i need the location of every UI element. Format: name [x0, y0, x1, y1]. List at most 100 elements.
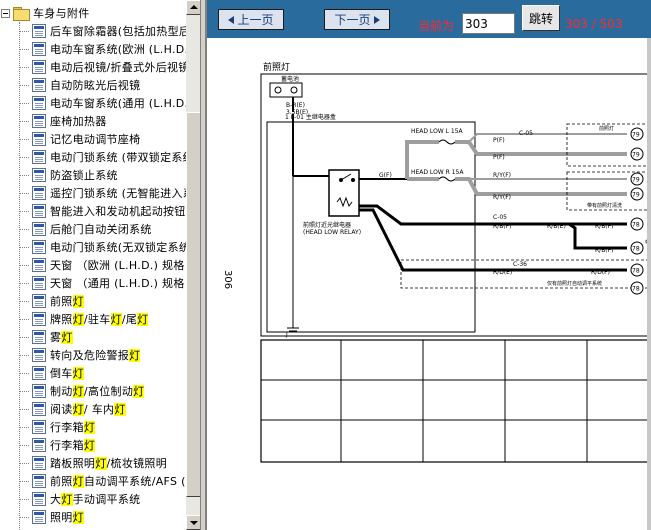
tree-item-text: 雾 — [50, 331, 62, 344]
tree-item-label: 天窗 （欧洲 (L.H.D.) 规格 — [50, 257, 185, 273]
tree-connector — [19, 462, 29, 464]
tree-item-text: 座椅加热器 — [50, 115, 107, 128]
scroll-down-button[interactable] — [186, 515, 200, 530]
tree-item[interactable]: 大灯手动调平系统 — [19, 490, 140, 508]
tree-item[interactable]: 后车窗除霜器(包括加热型后 — [19, 22, 186, 40]
tree-item-text: 手动调平系统 — [72, 493, 141, 506]
tree-item[interactable]: 座椅加热器 — [19, 112, 107, 130]
page-number-input[interactable] — [462, 13, 515, 34]
tree-item-text: 自动调平系统/AFS ( — [83, 475, 186, 488]
wire-label: R/Y(F) — [493, 172, 511, 179]
tree-item-label: 座椅加热器 — [50, 113, 107, 129]
collapse-icon[interactable] — [1, 8, 10, 18]
scroll-up-button[interactable] — [186, 0, 200, 15]
document-icon — [32, 186, 46, 200]
tree-item-label: 电动门锁系统(无双锁定系统 — [50, 239, 186, 255]
tree-item[interactable]: 自动防眩光后视镜 — [19, 76, 140, 94]
tree-item[interactable]: 智能进入和发动机起动按钮系 — [19, 202, 186, 220]
tree-item[interactable]: 雾灯 — [19, 328, 73, 346]
tree-connector — [19, 102, 29, 104]
tree-item-label: 前照灯 — [50, 293, 84, 309]
tree-item-text: 遥控门锁系统 (无智能进入系 — [50, 187, 186, 200]
tree-item[interactable]: 阅读灯/ 车内灯 — [19, 400, 126, 418]
document-icon — [32, 510, 46, 524]
tree-item[interactable]: 照明灯 — [19, 508, 84, 526]
connector-ref: 79 — [630, 187, 644, 201]
tree-item[interactable]: 天窗 （通用 (L.H.D.) 规格 — [19, 274, 185, 292]
tree-item-label: 电动门锁系统 (带双锁定系统 — [50, 149, 186, 165]
tree-connector — [19, 138, 29, 140]
connector-ref-label: 78 — [632, 286, 640, 293]
document-icon — [32, 150, 46, 164]
tree-item[interactable]: 行李箱灯 — [19, 436, 96, 454]
tree-item-label: 电动后视镜/折叠式外后视镜 — [50, 59, 186, 75]
tree-item-label: 踏板照明灯/梳妆镜照明 — [50, 455, 167, 471]
tree-item[interactable]: 遥控门锁系统 (无智能进入系 — [19, 184, 186, 202]
tree-item-text: /高位制动 — [83, 385, 134, 398]
tree-connector — [19, 228, 29, 230]
tree-item[interactable]: 后舱门自动关闭系统 — [19, 220, 152, 238]
wire-label: R/Y(F) — [493, 194, 511, 201]
tree-item-label: 防盗锁止系统 — [50, 167, 118, 183]
tree-item[interactable]: 行李箱灯 — [19, 418, 96, 436]
tree-item-label: 智能进入和发动机起动按钮系 — [50, 203, 186, 219]
tree-item[interactable]: 电动后视镜/折叠式外后视镜 — [19, 58, 186, 76]
tree-root-item[interactable]: 车身与附件 — [0, 4, 90, 22]
document-icon — [32, 42, 46, 56]
tree-item[interactable]: 转向及危险警报灯 — [19, 346, 141, 364]
tree-item[interactable]: 电动门锁系统(无双锁定系统 — [19, 238, 186, 256]
tree-connector — [19, 264, 29, 266]
document-icon — [32, 330, 46, 344]
prev-page-button[interactable]: 上一页 — [218, 9, 284, 30]
tree-item[interactable]: 踏板照明灯/梳妆镜照明 — [19, 454, 167, 472]
tree-connector — [19, 174, 29, 176]
tree-connector — [19, 516, 29, 518]
scroll-thumb[interactable] — [186, 112, 200, 497]
tree-item-text: 照明 — [50, 511, 73, 524]
tree-item[interactable]: 前照灯自动调平系统/AFS ( — [19, 472, 186, 490]
tree-item[interactable]: 前照灯 — [19, 292, 84, 310]
tree-item-text: 记忆电动调节座椅 — [50, 133, 141, 146]
tree-item[interactable]: 防盗锁止系统 — [19, 166, 118, 184]
document-icon — [32, 312, 46, 326]
tree-scrollbar[interactable] — [186, 0, 200, 530]
tree-item[interactable]: 牌照灯/驻车灯/尾灯 — [19, 310, 149, 328]
tree-item[interactable]: 电动车窗系统(欧洲 (L.H.D. — [19, 40, 186, 58]
tree-item[interactable]: 电动门锁系统 (带双锁定系统 — [19, 148, 186, 166]
tree-connector — [19, 120, 29, 122]
tree-item[interactable]: 倒车灯 — [19, 364, 84, 382]
tree-item[interactable]: 电动车窗系统(通用 (L.H.D. — [19, 94, 186, 112]
fuse-a-label: B-R(E) — [286, 102, 305, 109]
wire-label: R/B(F) — [493, 223, 511, 230]
connector-ref: 79 — [630, 127, 644, 141]
search-highlight: 灯 — [83, 439, 96, 452]
tree-item-text: / 车内 — [83, 403, 115, 416]
ground-label: J — [285, 331, 288, 338]
tree-item-text: /尾 — [121, 313, 138, 326]
next-page-button[interactable]: 下一页 — [324, 9, 390, 30]
tree-item[interactable]: 记忆电动调节座椅 — [19, 130, 140, 148]
search-highlight: 灯 — [61, 331, 73, 344]
connector-ref-label: 78 — [632, 268, 640, 275]
tree-item-text: 自动防眩光后视镜 — [50, 79, 141, 92]
tree-item[interactable]: 天窗 （欧洲 (L.H.D.) 规格 — [19, 256, 185, 274]
search-highlight: 灯 — [114, 403, 126, 416]
tree-item[interactable]: 制动灯/高位制动灯 — [19, 382, 145, 400]
tree-item-text: /驻车 — [83, 313, 111, 326]
document-icon — [32, 240, 46, 254]
tree-item-text: 电动门锁系统 (带双锁定系统 — [50, 151, 186, 164]
fuse-l-label: HEAD LOW L 15A — [411, 128, 464, 135]
tree-item-text: /梳妆镜照明 — [106, 457, 168, 470]
search-highlight: 灯 — [72, 295, 84, 308]
wire-label: P(F) — [493, 154, 505, 161]
go-button[interactable]: 跳转 — [522, 5, 560, 31]
wire-label: R/D(E) — [493, 269, 512, 276]
connector-ref: 79 — [630, 172, 644, 186]
tree-item-label: 阅读灯/ 车内灯 — [50, 401, 126, 417]
wiring-diagram: 306 前照灯 蓄电池 B-R(E) 3.5B(E) 1 F-01 主继电器盒 … — [222, 61, 651, 463]
tree-item-text: 前照 — [50, 475, 73, 488]
arrow-right-icon — [373, 15, 380, 24]
current-page-label: 当前为 — [418, 19, 455, 33]
connector-ref: 78 — [630, 281, 644, 295]
search-highlight: 灯 — [95, 457, 107, 470]
